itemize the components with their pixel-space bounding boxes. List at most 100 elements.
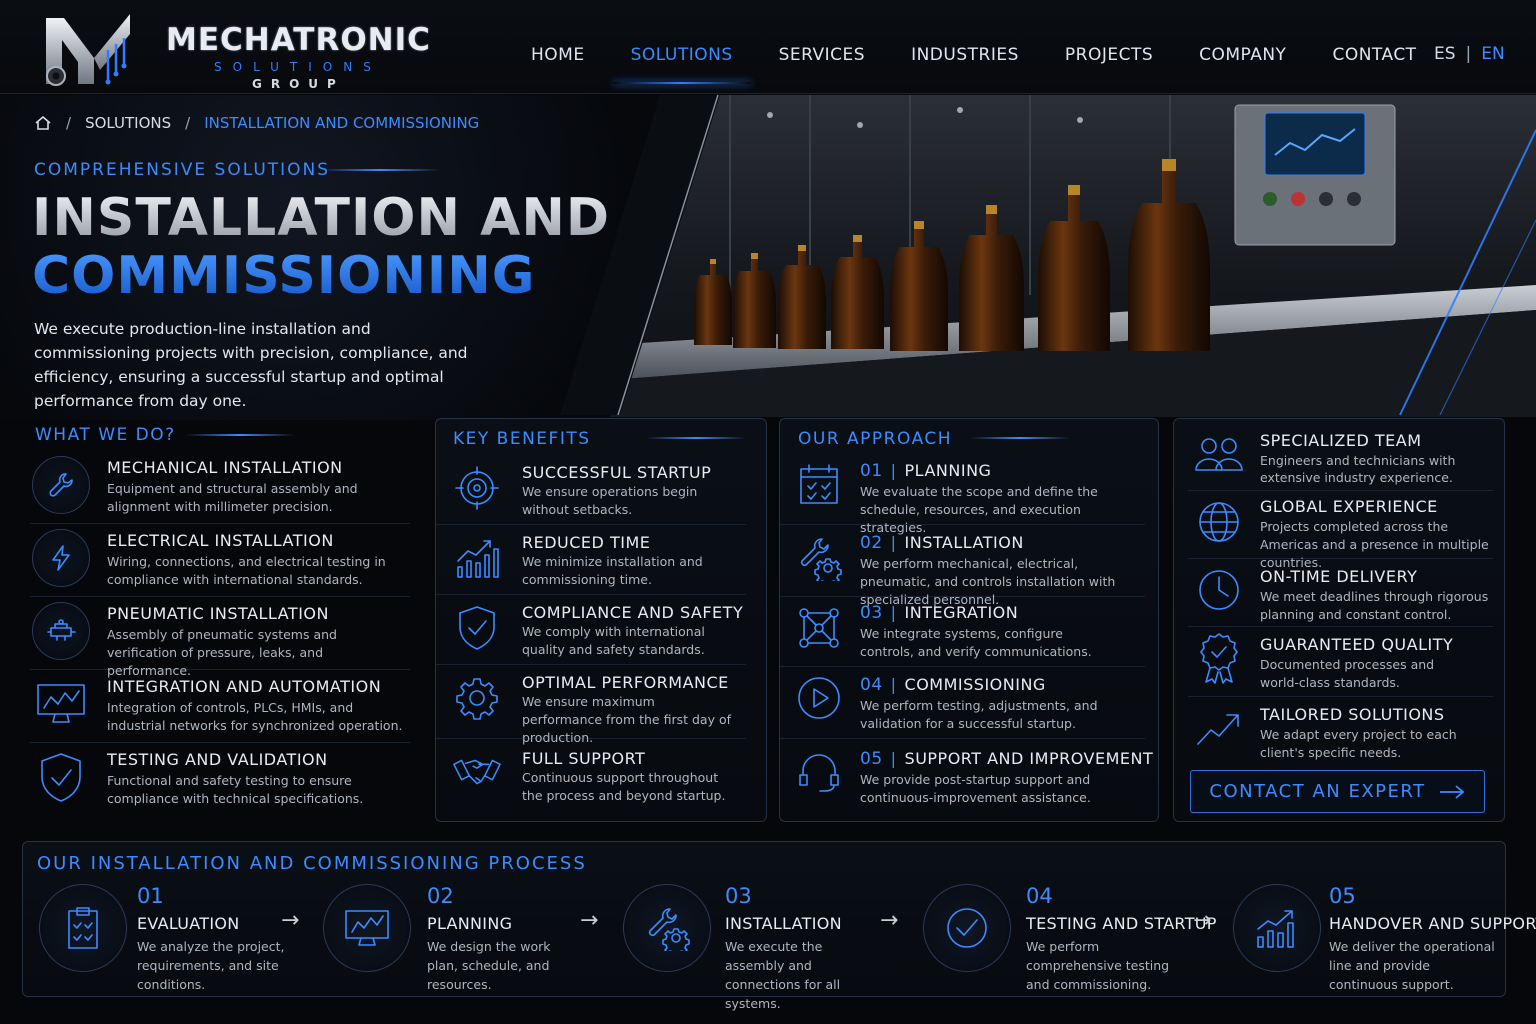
item-desc: Continuous support throughout the proces…: [522, 770, 726, 803]
approach-panel: OUR APPROACH 01 | PLANNING We evaluate the…: [779, 418, 1159, 822]
strength-item: TAILORED SOLUTIONS We adapt every projec…: [1188, 697, 1493, 765]
what-we-do-item: INTEGRATION AND AUTOMATION Integration o…: [30, 671, 410, 743]
lang-en[interactable]: EN: [1481, 44, 1504, 64]
lightning-icon: [32, 529, 90, 587]
globe-icon: [1194, 497, 1244, 547]
contact-expert-button[interactable]: CONTACT AN EXPERT: [1190, 770, 1485, 813]
calendar-icon: [794, 459, 844, 509]
item-title: REDUCED TIME: [522, 533, 651, 552]
item-desc: Functional and safety testing to ensure …: [107, 773, 364, 806]
home-icon[interactable]: [34, 114, 52, 132]
item-desc: We integrate systems, configure controls…: [860, 626, 1092, 659]
section-accent-line: [185, 434, 295, 436]
hero-eyebrow: COMPREHENSIVE SOLUTIONS: [34, 160, 331, 180]
language-switcher: ES | EN: [1434, 44, 1505, 64]
hero-intro: We execute production-line installation …: [34, 320, 468, 410]
lang-es[interactable]: ES: [1434, 44, 1456, 64]
step-title: INSTALLATION: [725, 914, 842, 933]
item-desc: We comply with international quality and…: [522, 624, 705, 657]
approach-item: 01 | PLANNING We evaluate the scope and de…: [780, 455, 1145, 535]
approach-item: 04 | COMMISSIONING We perform testing, adj…: [780, 667, 1145, 739]
step-number: 04: [1026, 884, 1053, 908]
item-title: MECHANICAL INSTALLATION: [107, 458, 343, 477]
nav-solutions[interactable]: SOLUTIONS: [608, 0, 756, 94]
process-title: OUR INSTALLATION AND COMMISSIONING PROCE…: [37, 853, 587, 874]
breadcrumb-solutions[interactable]: SOLUTIONS: [85, 114, 171, 132]
nav-projects[interactable]: PROJECTS: [1042, 0, 1176, 94]
arrow-right-icon: [1439, 784, 1464, 799]
item-title: 01 | PLANNING: [860, 461, 992, 481]
benefit-item: FULL SUPPORT Continuous support througho…: [436, 739, 746, 819]
process-step: [623, 884, 711, 972]
item-title: ELECTRICAL INSTALLATION: [107, 531, 334, 550]
gear-icon: [452, 673, 502, 723]
item-desc: We provide post-startup support and cont…: [860, 772, 1091, 805]
section-accent-line: [970, 437, 1070, 439]
step-desc: We analyze the project, requirements, an…: [137, 939, 285, 992]
item-desc: We adapt every project to each client's …: [1260, 727, 1457, 760]
lang-separator: |: [1465, 44, 1472, 64]
cta-label: CONTACT AN EXPERT: [1209, 781, 1426, 802]
nav-contact[interactable]: CONTACT: [1309, 0, 1439, 94]
step-desc: We perform comprehensive testing and com…: [1026, 939, 1170, 992]
item-title: COMPLIANCE AND SAFETY: [522, 603, 744, 622]
nav-industries[interactable]: INDUSTRIES: [888, 0, 1042, 94]
shield-check-icon: [32, 748, 90, 806]
section-accent-line: [646, 437, 746, 439]
shield-check-icon: [452, 603, 502, 653]
benefit-item: COMPLIANCE AND SAFETY We comply with int…: [436, 595, 746, 665]
logo-icon[interactable]: [38, 10, 138, 92]
item-title: ON-TIME DELIVERY: [1260, 567, 1418, 586]
page-title-line1: INSTALLATION AND: [32, 188, 611, 248]
network-icon: [794, 603, 844, 653]
team-icon: [1194, 429, 1244, 479]
benefit-item: REDUCED TIME We minimize installation an…: [436, 525, 746, 595]
check-circle-icon: [923, 884, 1011, 972]
breadcrumb-current: INSTALLATION AND COMMISSIONING: [204, 114, 480, 132]
brand-subtitle: SOLUTIONS: [214, 60, 382, 74]
item-title: GLOBAL EXPERIENCE: [1260, 497, 1438, 516]
arrow-right-icon: →: [281, 908, 300, 933]
brand-name[interactable]: MECHATRONIC: [166, 22, 431, 58]
monitor-chart-icon: [323, 884, 411, 972]
process-panel: OUR INSTALLATION AND COMMISSIONING PROCE…: [22, 841, 1536, 1011]
arrow-right-icon: →: [580, 908, 599, 933]
item-title: SPECIALIZED TEAM: [1260, 431, 1422, 450]
target-icon: [452, 463, 502, 513]
process-step: [323, 884, 411, 972]
item-desc: Wiring, connections, and electrical test…: [107, 554, 386, 587]
process-step: [39, 884, 127, 972]
item-desc: We meet deadlines through rigorous plann…: [1260, 589, 1489, 622]
step-number: 02: [427, 884, 454, 908]
item-desc: Documented processes and world-class sta…: [1260, 657, 1435, 690]
step-desc: We deliver the operational line and prov…: [1329, 939, 1495, 992]
item-title: 04 | COMMISSIONING: [860, 675, 1046, 695]
step-number: 03: [725, 884, 752, 908]
item-desc: We ensure operations begin without setba…: [522, 484, 698, 517]
benefit-item: OPTIMAL PERFORMANCE We ensure maximum pe…: [436, 665, 746, 745]
step-title: PLANNING: [427, 914, 513, 933]
what-we-do-item: MECHANICAL INSTALLATION Equipment and st…: [30, 452, 410, 524]
arrow-right-icon: →: [1193, 908, 1212, 933]
key-benefits-panel: KEY BENEFITS SUCCESSFUL STARTUP We ensur…: [435, 418, 767, 822]
item-desc: Integration of controls, PLCs, HMIs, and…: [107, 700, 403, 733]
what-we-do-item: PNEUMATIC INSTALLATION Assembly of pneum…: [30, 598, 410, 678]
breadcrumb: / SOLUTIONS / INSTALLATION AND COMMISSIO…: [34, 114, 479, 132]
hero-image-bottling-line: [610, 95, 1536, 417]
step-desc: We execute the assembly and connections …: [725, 939, 841, 1011]
nav-company[interactable]: COMPANY: [1176, 0, 1309, 94]
item-title: 03 | INTEGRATION: [860, 603, 1019, 623]
strength-item: SPECIALIZED TEAM Engineers and technicia…: [1188, 423, 1493, 491]
approach-item: 03 | INTEGRATION We integrate systems, con…: [780, 597, 1145, 667]
headset-icon: [794, 747, 844, 797]
nav-home[interactable]: HOME: [508, 0, 608, 94]
approach-title: OUR APPROACH: [798, 429, 953, 449]
nav-services[interactable]: SERVICES: [756, 0, 888, 94]
trend-arrow-icon: [1194, 703, 1244, 753]
step-title: EVALUATION: [137, 914, 240, 933]
strength-item: GUARANTEED QUALITY Documented processes …: [1188, 627, 1493, 697]
item-title: SUCCESSFUL STARTUP: [522, 463, 712, 482]
brand-group: GROUP: [252, 77, 345, 91]
approach-item: 02 | INSTALLATION We perform mechanical, e…: [780, 525, 1145, 607]
item-title: OPTIMAL PERFORMANCE: [522, 673, 729, 692]
